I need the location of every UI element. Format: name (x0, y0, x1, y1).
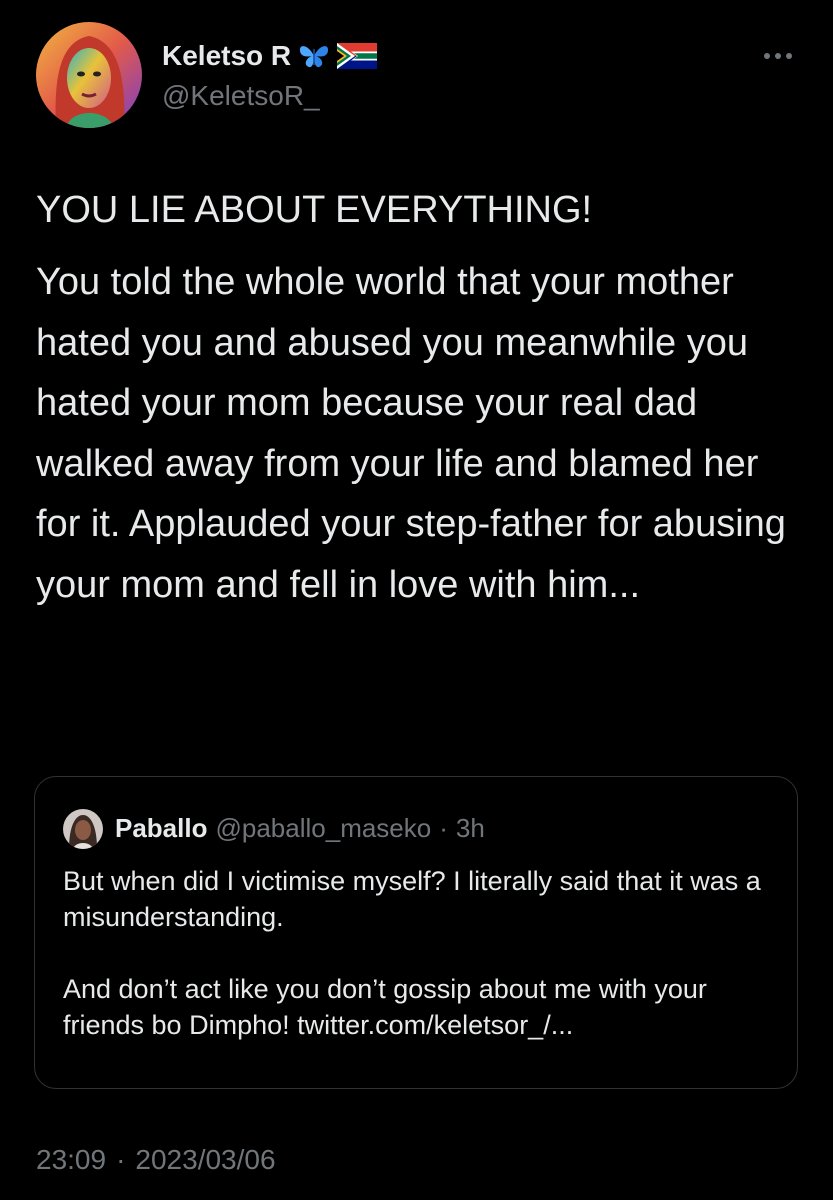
tweet-headline: YOU LIE ABOUT EVERYTHING! (36, 189, 593, 231)
butterfly-icon (297, 43, 331, 69)
south-africa-flag-icon (337, 43, 378, 69)
tweet-body: You told the whole world that your mothe… (36, 261, 786, 606)
quote-paragraph: And don’t act like you don’t gossip abou… (63, 974, 707, 1040)
timestamp-time: 23:09 (36, 1144, 107, 1175)
quote-author-avatar[interactable] (63, 809, 103, 849)
author-avatar[interactable] (36, 22, 142, 128)
quote-display-name[interactable]: Paballo (115, 813, 207, 844)
quote-text: But when did I victimise myself? I liter… (63, 863, 783, 1043)
tweet-timestamp[interactable]: 23:09 · 2023/03/06 (36, 1144, 276, 1176)
author-name-row[interactable]: Keletso R (162, 40, 378, 72)
quote-separator: · (439, 813, 448, 843)
tweet: Keletso R @KeletsoR_ YOU LIE ABOUT EVERY… (0, 0, 833, 1200)
quote-paragraph: But when did I victimise myself? I liter… (63, 866, 761, 932)
quote-time[interactable]: 3h (456, 813, 485, 844)
quoted-tweet-card[interactable]: Paballo @paballo_maseko · 3h But when di… (34, 776, 798, 1089)
author-handle[interactable]: @KeletsoR_ (162, 80, 320, 112)
quote-handle[interactable]: @paballo_maseko (215, 813, 431, 844)
quote-header: Paballo @paballo_maseko · 3h (115, 813, 485, 844)
author-display-name[interactable]: Keletso R (162, 40, 291, 72)
quote-paragraph-gap (63, 935, 783, 971)
more-options-icon[interactable] (758, 46, 798, 66)
timestamp-separator: · (116, 1144, 126, 1175)
timestamp-date: 2023/03/06 (135, 1144, 276, 1175)
